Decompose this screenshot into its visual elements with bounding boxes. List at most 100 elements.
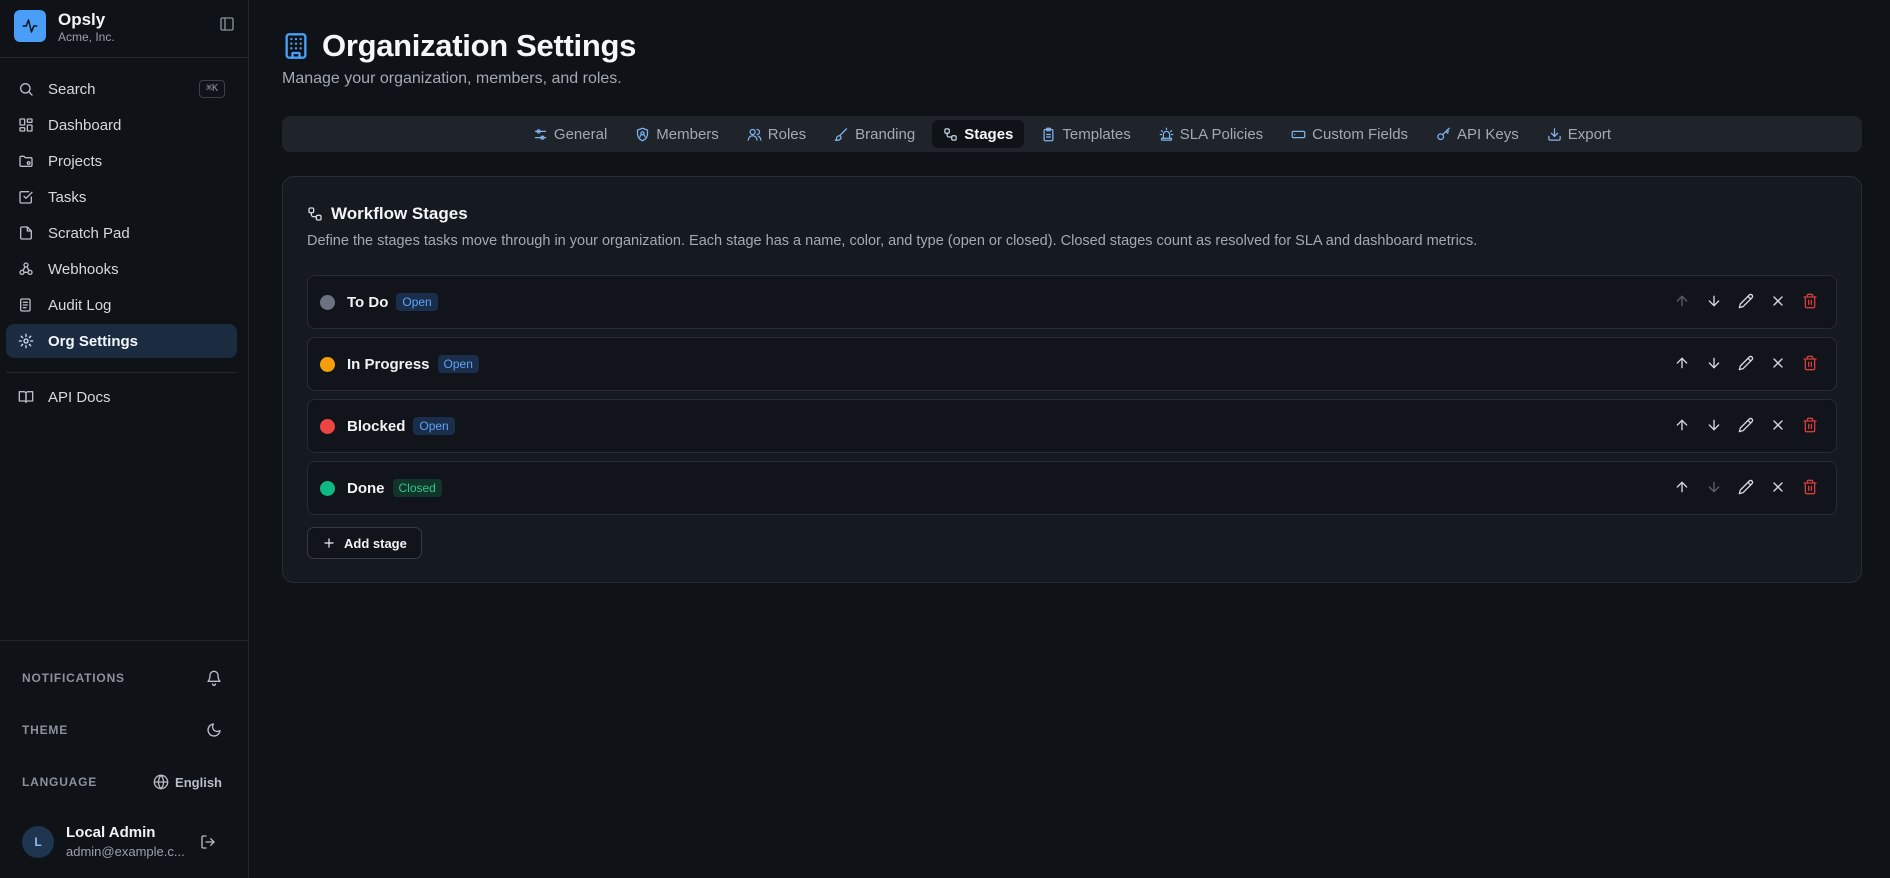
- bell-icon[interactable]: [206, 670, 222, 686]
- tab-branding[interactable]: Branding: [823, 120, 926, 148]
- arrow-down-icon[interactable]: [1706, 417, 1722, 433]
- clipboard-icon: [1043, 127, 1054, 141]
- sidebar-item-org-settings[interactable]: Org Settings: [6, 324, 237, 358]
- page-title: Organization Settings: [322, 28, 637, 63]
- trash-icon[interactable]: [1802, 355, 1818, 371]
- plus-icon: [324, 538, 334, 548]
- sidebar-item-scratch-pad[interactable]: Scratch Pad: [6, 216, 237, 250]
- arrow-down-icon[interactable]: [1706, 355, 1722, 371]
- brand[interactable]: Opsly Acme, Inc.: [14, 10, 235, 46]
- sidebar-item-label: Scratch Pad: [48, 224, 130, 242]
- close-icon[interactable]: [1770, 479, 1786, 495]
- sidebar-item-tasks[interactable]: Tasks: [6, 180, 237, 214]
- tab-label: Stages: [964, 125, 1014, 143]
- tab-roles[interactable]: Roles: [736, 120, 817, 148]
- language-label: LANGUAGE: [22, 775, 98, 789]
- page-subtitle: Manage your organization, members, and r…: [282, 70, 622, 87]
- arrow-down-icon[interactable]: [1706, 293, 1722, 309]
- tab-export[interactable]: Export: [1536, 120, 1622, 148]
- notifications-setting: NOTIFICATIONS: [22, 666, 222, 690]
- org-name: Acme, Inc.: [58, 30, 115, 44]
- moon-icon[interactable]: [206, 722, 222, 738]
- arrow-up-icon[interactable]: [1674, 417, 1690, 433]
- card-description: Define the stages tasks move through in …: [307, 233, 1478, 249]
- stage-type-badge: Open: [396, 293, 438, 311]
- webhooks-icon: [19, 262, 33, 275]
- input-field-icon: [1291, 130, 1306, 138]
- sidebar-item-projects[interactable]: Projects: [6, 144, 237, 178]
- user-name: Local Admin: [66, 824, 156, 841]
- sidebar-item-label: Webhooks: [48, 260, 119, 278]
- tab-label: API Keys: [1457, 125, 1519, 143]
- sidebar-item-label: Search: [48, 80, 96, 98]
- stage-actions: [1674, 479, 1818, 495]
- tasks-icon: [19, 191, 33, 204]
- stage-name: Done: [347, 479, 385, 497]
- arrow-up-icon[interactable]: [1674, 293, 1690, 309]
- add-stage-label: Add stage: [344, 535, 407, 551]
- arrow-down-icon[interactable]: [1706, 479, 1722, 495]
- tab-members[interactable]: Members: [624, 120, 730, 148]
- pencil-icon[interactable]: [1738, 417, 1754, 433]
- pencil-icon[interactable]: [1738, 479, 1754, 495]
- scratch-pad-icon: [20, 226, 32, 240]
- sidebar-item-webhooks[interactable]: Webhooks: [6, 252, 237, 286]
- sidebar-item-search[interactable]: Search ⌘K: [6, 72, 237, 106]
- tab-label: Export: [1567, 125, 1612, 143]
- audit-log-icon: [20, 298, 31, 312]
- dashboard-icon: [19, 118, 33, 132]
- sidebar-nav: Search ⌘K Dashboard Projects Tasks Scrat…: [6, 72, 237, 360]
- search-icon: [20, 83, 33, 96]
- logout-icon[interactable]: [200, 834, 216, 850]
- arrow-up-icon[interactable]: [1674, 355, 1690, 371]
- sidebar: Opsly Acme, Inc. Search ⌘K Dashboard Pro…: [0, 0, 249, 878]
- sidebar-item-audit-log[interactable]: Audit Log: [6, 288, 237, 322]
- user-profile[interactable]: L Local Admin admin@example.c...: [22, 822, 222, 862]
- add-stage-button[interactable]: Add stage: [307, 527, 422, 559]
- arrow-up-icon[interactable]: [1674, 479, 1690, 495]
- card-header: Workflow Stages: [307, 204, 468, 224]
- tab-label: Roles: [767, 125, 807, 143]
- search-shortcut: ⌘K: [198, 80, 225, 98]
- tab-general[interactable]: General: [522, 120, 618, 148]
- gear-icon: [18, 333, 34, 349]
- sidebar-toggle-icon[interactable]: [219, 16, 235, 32]
- pencil-icon[interactable]: [1738, 355, 1754, 371]
- tab-label: General: [553, 125, 608, 143]
- tab-templates[interactable]: Templates: [1030, 120, 1141, 148]
- close-icon[interactable]: [1770, 417, 1786, 433]
- sliders-icon: [534, 128, 547, 140]
- stage-actions: [1674, 417, 1818, 433]
- tab-label: Branding: [855, 125, 916, 143]
- sidebar-item-label: Org Settings: [48, 332, 139, 350]
- trash-icon[interactable]: [1802, 417, 1818, 433]
- sidebar-nav-secondary: API Docs: [6, 380, 237, 416]
- tab-stages[interactable]: Stages: [932, 120, 1025, 148]
- stage-type-badge: Open: [437, 355, 479, 373]
- trash-icon[interactable]: [1802, 293, 1818, 309]
- close-icon[interactable]: [1770, 293, 1786, 309]
- stage-color-dot: [320, 356, 335, 372]
- tab-api-keys[interactable]: API Keys: [1425, 120, 1530, 148]
- pencil-icon[interactable]: [1738, 293, 1754, 309]
- sidebar-item-label: API Docs: [48, 388, 111, 406]
- stage-name: In Progress: [347, 355, 430, 373]
- download-icon: [1547, 127, 1561, 141]
- workflow-icon: [308, 207, 322, 221]
- tab-custom-fields[interactable]: Custom Fields: [1280, 120, 1419, 148]
- language-setting: LANGUAGE English: [22, 770, 222, 794]
- stage-row: Done Closed: [307, 461, 1837, 515]
- notifications-label: NOTIFICATIONS: [22, 671, 125, 685]
- sidebar-item-dashboard[interactable]: Dashboard: [6, 108, 237, 142]
- close-icon[interactable]: [1770, 355, 1786, 371]
- tab-label: Members: [656, 125, 719, 143]
- workflow-icon: [944, 127, 957, 141]
- sidebar-item-api-docs[interactable]: API Docs: [6, 380, 237, 414]
- tab-sla-policies[interactable]: SLA Policies: [1148, 120, 1274, 148]
- trash-icon[interactable]: [1802, 479, 1818, 495]
- shield-user-icon: [637, 127, 649, 141]
- siren-icon: [1159, 127, 1174, 141]
- stage-name: Blocked: [347, 417, 406, 435]
- language-selector[interactable]: English: [153, 774, 222, 790]
- building-icon: [282, 32, 310, 60]
